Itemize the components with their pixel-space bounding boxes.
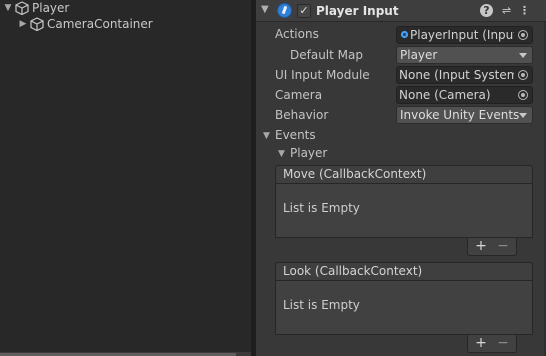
gameobject-cube-icon (15, 1, 29, 15)
camera-label: Camera (275, 88, 323, 102)
component-fold-arrow-icon[interactable]: ▼ (261, 4, 269, 15)
add-listener-button[interactable]: + (472, 239, 490, 254)
player-events-foldout-label[interactable]: Player (290, 146, 327, 160)
remove-listener-button[interactable]: − (494, 239, 512, 254)
actions-field[interactable]: PlayerInput (Input (396, 26, 533, 44)
default-map-dropdown[interactable]: Player (396, 46, 533, 64)
events-fold-arrow-icon[interactable]: ▼ (263, 131, 270, 141)
hierarchy-item-label: CameraContainer (47, 17, 153, 31)
ui-input-module-field[interactable]: None (Input System U (396, 66, 533, 84)
default-map-label: Default Map (290, 48, 363, 62)
events-foldout-label[interactable]: Events (275, 128, 316, 142)
hierarchy-item-player[interactable]: ▼ Player (3, 0, 69, 16)
component-header[interactable]: ▼ ✓ Player Input ? ⇌ ⋮ (256, 0, 546, 22)
player-fold-arrow-icon[interactable]: ▼ (278, 149, 285, 159)
behavior-dropdown[interactable]: Invoke Unity Events (396, 106, 533, 124)
move-event-header: Move (CallbackContext) (275, 165, 533, 184)
expand-arrow-icon[interactable]: ▼ (3, 3, 13, 13)
behavior-value: Invoke Unity Events (400, 108, 520, 122)
add-listener-button[interactable]: + (472, 336, 490, 351)
move-event-list: List is Empty (275, 184, 533, 238)
component-menu-icon[interactable]: ⋮ (518, 4, 531, 17)
ui-input-module-value: None (Input System U (399, 68, 515, 82)
inspector-panel: ▼ ✓ Player Input ? ⇌ ⋮ Actions PlayerInp… (256, 0, 546, 356)
dropdown-arrow-icon (519, 53, 527, 58)
remove-listener-button[interactable]: − (494, 336, 512, 351)
object-picker-icon[interactable] (514, 67, 532, 83)
camera-field[interactable]: None (Camera) (396, 86, 533, 104)
actions-label: Actions (275, 27, 319, 41)
hierarchy-item-label: Player (32, 1, 70, 15)
object-picker-icon[interactable] (514, 27, 532, 43)
component-enabled-checkbox[interactable]: ✓ (297, 4, 311, 18)
ui-input-module-label: UI Input Module (275, 68, 370, 82)
gameobject-cube-icon (30, 17, 44, 31)
move-event-empty-text: List is Empty (283, 201, 360, 215)
look-event-header: Look (CallbackContext) (275, 262, 533, 281)
player-input-icon (277, 3, 292, 18)
component-title: Player Input (316, 4, 399, 18)
hierarchy-panel: ▼ Player ▶ CameraContainer (0, 0, 251, 356)
object-picker-icon[interactable] (514, 87, 532, 103)
look-event-list: List is Empty (275, 281, 533, 335)
default-map-value: Player (400, 48, 438, 62)
help-icon[interactable]: ? (480, 4, 493, 17)
hierarchy-item-cameracontainer[interactable]: ▶ CameraContainer (18, 16, 153, 32)
look-event-footer: + − (467, 335, 517, 353)
move-event-footer: + − (467, 238, 517, 256)
behavior-label: Behavior (275, 108, 329, 122)
dropdown-arrow-icon (519, 113, 527, 118)
horizontal-scrollbar[interactable] (0, 352, 251, 356)
actions-value: PlayerInput (Input (410, 28, 515, 42)
presets-icon[interactable]: ⇌ (500, 4, 513, 17)
look-event-empty-text: List is Empty (283, 298, 360, 312)
input-actions-asset-icon (400, 30, 409, 39)
camera-value: None (Camera) (399, 88, 491, 102)
collapse-arrow-icon[interactable]: ▶ (18, 19, 28, 29)
